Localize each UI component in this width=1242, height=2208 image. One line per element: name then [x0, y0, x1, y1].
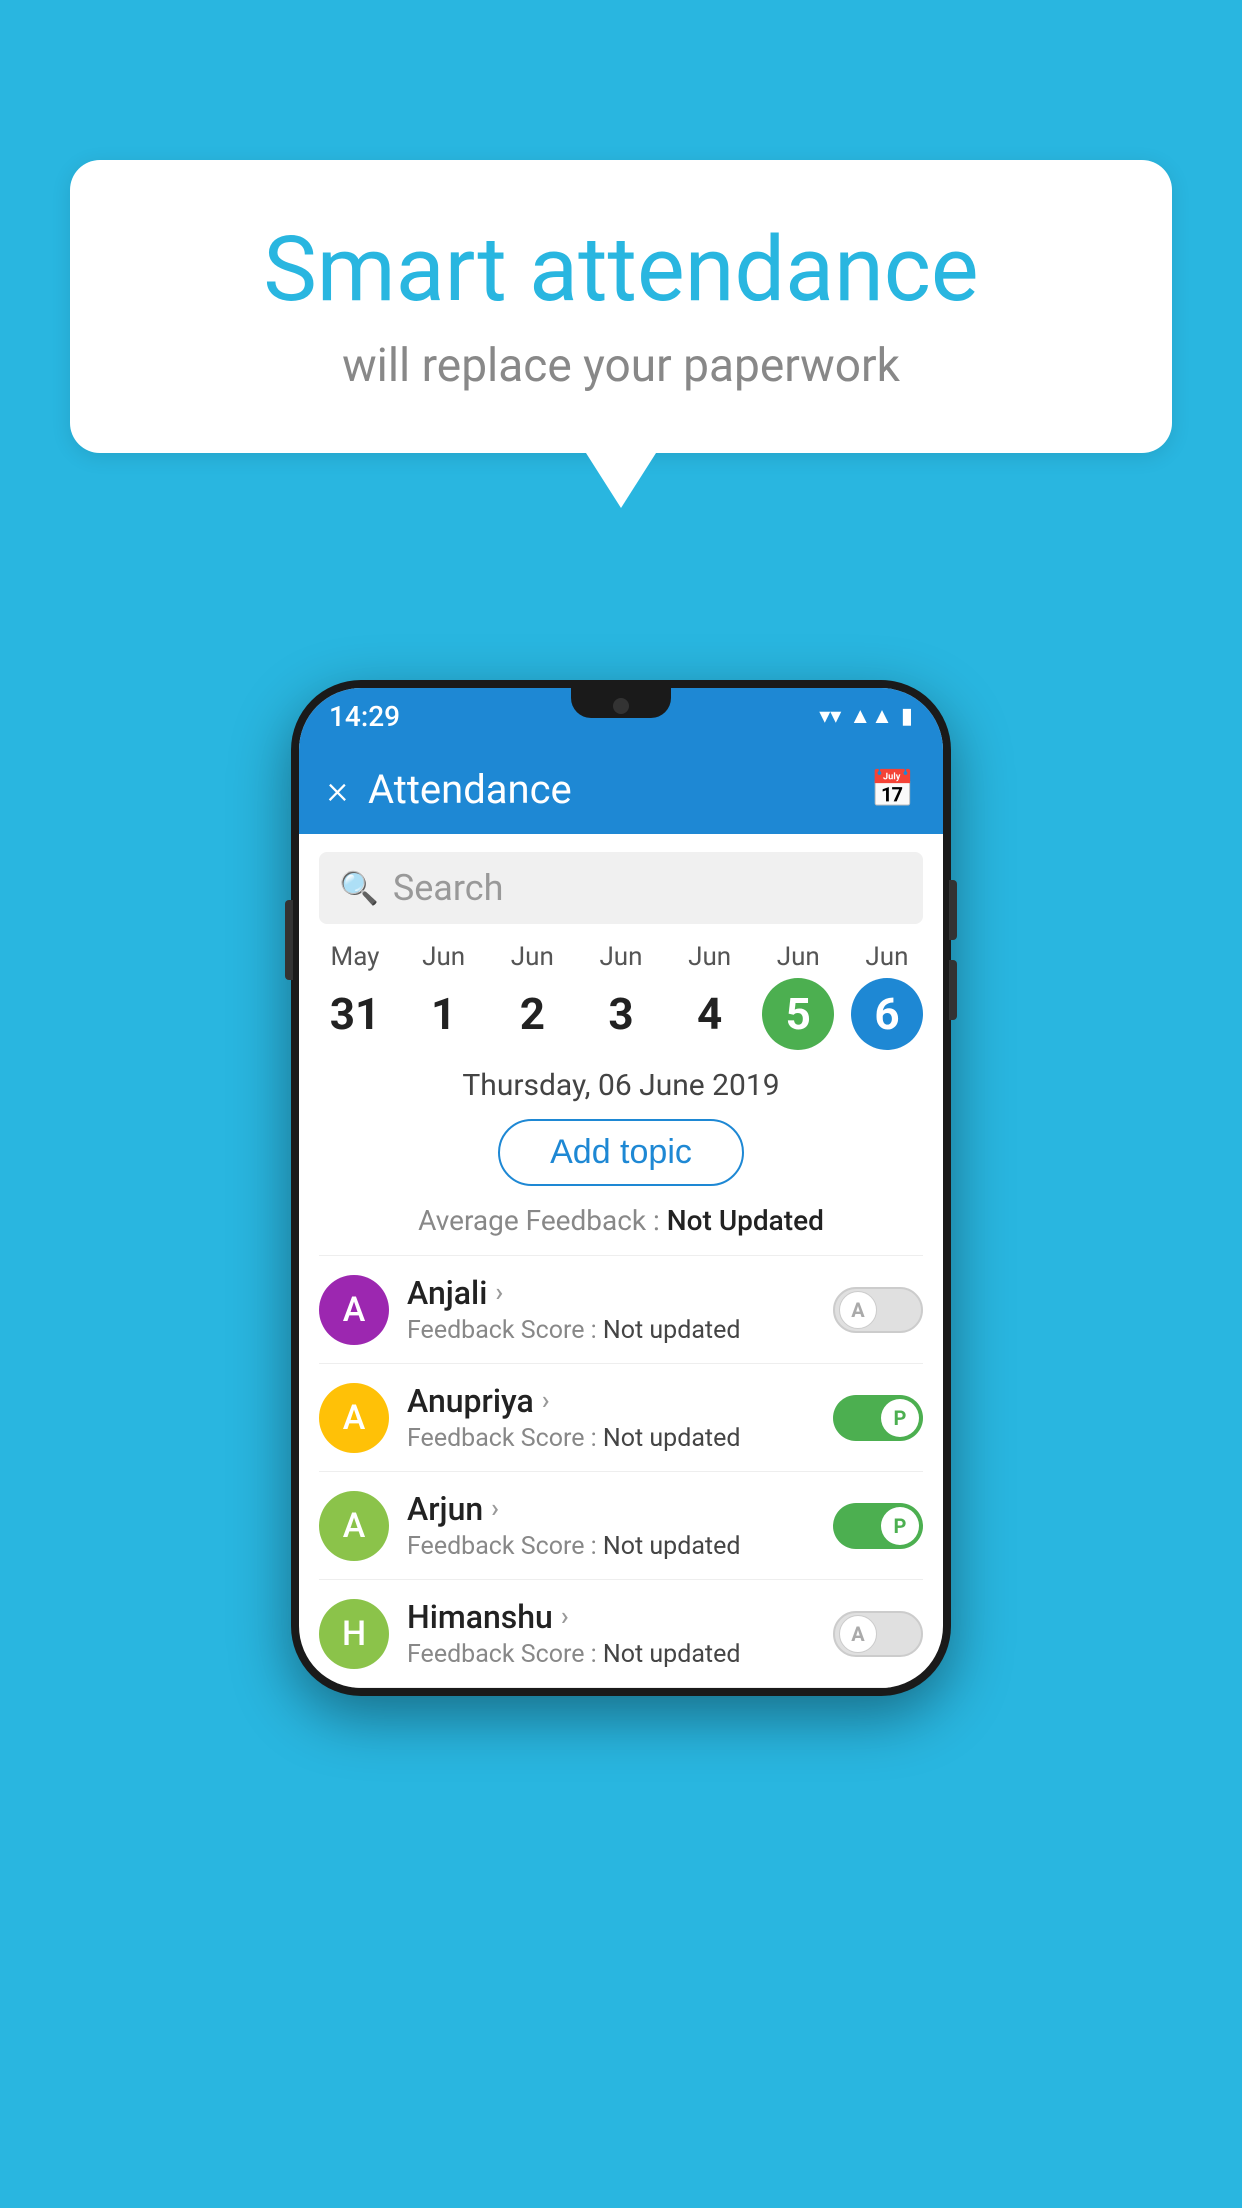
calendar-day-col[interactable]: Jun 2 — [492, 942, 572, 1050]
student-feedback: Feedback Score : Not updated — [407, 1316, 833, 1345]
student-list: AAnjali ›Feedback Score : Not updatedAAA… — [299, 1256, 943, 1688]
status-time: 14:29 — [329, 700, 400, 733]
cal-date[interactable]: 31 — [319, 978, 391, 1050]
app-bar: × Attendance 📅 — [299, 744, 943, 834]
signal-icon: ▲▲ — [849, 703, 893, 729]
student-feedback: Feedback Score : Not updated — [407, 1424, 833, 1453]
student-avatar: A — [319, 1491, 389, 1561]
add-topic-button[interactable]: Add topic — [498, 1119, 744, 1186]
feedback-not-updated: Not updated — [603, 1532, 741, 1561]
student-feedback: Feedback Score : Not updated — [407, 1532, 833, 1561]
calendar-day-col[interactable]: Jun 4 — [670, 942, 750, 1050]
student-avatar: A — [319, 1383, 389, 1453]
cal-month: Jun — [422, 942, 465, 972]
wifi-icon: ▾▾ — [819, 704, 841, 729]
student-item[interactable]: A Anupriya › Feedback Score : Not updated P — [319, 1364, 923, 1472]
student-name[interactable]: Arjun › — [407, 1490, 833, 1528]
student-name[interactable]: Himanshu › — [407, 1598, 833, 1636]
status-icons: ▾▾ ▲▲ ▮ — [819, 703, 913, 729]
attendance-toggle[interactable]: P — [833, 1503, 923, 1549]
selected-date-label: Thursday, 06 June 2019 — [299, 1068, 943, 1103]
feedback-summary: Average Feedback : Not Updated — [299, 1204, 943, 1237]
cal-month: May — [331, 942, 380, 972]
cal-month: Jun — [688, 942, 731, 972]
student-item[interactable]: AAnjali ›Feedback Score : Not updatedA — [319, 1256, 923, 1364]
feedback-value: Not Updated — [667, 1204, 824, 1237]
student-feedback: Feedback Score : Not updated — [407, 1640, 833, 1669]
bubble-title: Smart attendance — [150, 220, 1092, 319]
cal-date[interactable]: 5 — [762, 978, 834, 1050]
toggle-knob: A — [839, 1615, 877, 1653]
cal-date[interactable]: 3 — [585, 978, 657, 1050]
student-name[interactable]: Anjali › — [407, 1274, 833, 1312]
chevron-right-icon: › — [491, 1494, 499, 1524]
student-item[interactable]: A Arjun › Feedback Score : Not updated P — [319, 1472, 923, 1580]
cal-month: Jun — [599, 942, 642, 972]
feedback-label: Average Feedback : — [418, 1204, 660, 1237]
student-info: Himanshu › Feedback Score : Not updated — [407, 1598, 833, 1669]
cal-month: Jun — [865, 942, 908, 972]
phone-container: 14:29 ▾▾ ▲▲ ▮ × Attendance 📅 🔍 Search — [291, 680, 951, 1696]
cal-date[interactable]: 4 — [674, 978, 746, 1050]
calendar-day-col[interactable]: Jun 3 — [581, 942, 661, 1050]
battery-icon: ▮ — [901, 704, 913, 729]
feedback-not-updated: Not updated — [603, 1640, 741, 1669]
speech-bubble-container: Smart attendance will replace your paper… — [70, 160, 1172, 508]
phone-button-left — [285, 900, 293, 980]
cal-month: Jun — [777, 942, 820, 972]
bubble-subtitle: will replace your paperwork — [150, 339, 1092, 393]
speech-bubble-tail — [586, 453, 656, 508]
speech-bubble: Smart attendance will replace your paper… — [70, 160, 1172, 453]
student-info: Anupriya › Feedback Score : Not updated — [407, 1382, 833, 1453]
calendar-day-col[interactable]: Jun 6 — [847, 942, 927, 1050]
attendance-toggle[interactable]: P — [833, 1395, 923, 1441]
calendar-icon[interactable]: 📅 — [870, 768, 915, 810]
calendar-day-col[interactable]: Jun 1 — [404, 942, 484, 1050]
phone-button-right-2 — [949, 960, 957, 1020]
chevron-right-icon: › — [542, 1386, 550, 1416]
chevron-right-icon: › — [495, 1278, 503, 1308]
cal-date[interactable]: 1 — [408, 978, 480, 1050]
feedback-not-updated: Not updated — [603, 1316, 741, 1345]
calendar-day-col[interactable]: May 31 — [315, 942, 395, 1050]
phone-notch — [571, 688, 671, 718]
phone-screen: 14:29 ▾▾ ▲▲ ▮ × Attendance 📅 🔍 Search — [299, 688, 943, 1688]
toggle-knob: A — [839, 1291, 877, 1329]
cal-month: Jun — [511, 942, 554, 972]
student-info: Anjali › Feedback Score : Not updated — [407, 1274, 833, 1345]
search-input[interactable]: Search — [393, 867, 903, 909]
toggle-knob: P — [881, 1507, 919, 1545]
student-info: Arjun › Feedback Score : Not updated — [407, 1490, 833, 1561]
phone-camera — [613, 698, 629, 714]
toggle-knob: P — [881, 1399, 919, 1437]
phone-frame: 14:29 ▾▾ ▲▲ ▮ × Attendance 📅 🔍 Search — [291, 680, 951, 1696]
student-item[interactable]: H Himanshu › Feedback Score : Not updatedA — [319, 1580, 923, 1688]
calendar-row: May 31 Jun 1 Jun 2 Jun 3 Jun 4 Jun 5 Jun 6 — [299, 942, 943, 1050]
student-avatar: H — [319, 1599, 389, 1669]
student-avatar: A — [319, 1275, 389, 1345]
search-bar[interactable]: 🔍 Search — [319, 852, 923, 924]
calendar-day-col[interactable]: Jun 5 — [758, 942, 838, 1050]
close-button[interactable]: × — [327, 766, 348, 813]
student-name[interactable]: Anupriya › — [407, 1382, 833, 1420]
attendance-toggle[interactable]: A — [833, 1287, 923, 1333]
phone-button-right-1 — [949, 880, 957, 940]
app-title: Attendance — [368, 766, 850, 813]
cal-date[interactable]: 2 — [496, 978, 568, 1050]
cal-date[interactable]: 6 — [851, 978, 923, 1050]
search-icon: 🔍 — [339, 869, 379, 907]
chevron-right-icon: › — [561, 1602, 569, 1632]
feedback-not-updated: Not updated — [603, 1424, 741, 1453]
attendance-toggle[interactable]: A — [833, 1611, 923, 1657]
